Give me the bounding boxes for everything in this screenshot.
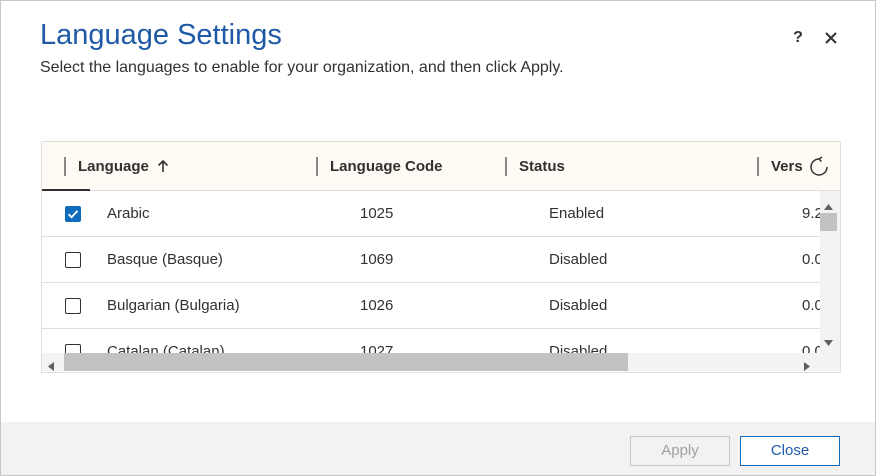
refresh-icon[interactable] bbox=[808, 156, 830, 183]
cell-language: Basque (Basque) bbox=[107, 251, 223, 268]
row-checkbox[interactable] bbox=[65, 252, 81, 268]
row-checkbox[interactable] bbox=[65, 206, 81, 222]
column-separator[interactable] bbox=[316, 157, 318, 176]
grid-header: Language Language Code Status Vers bbox=[42, 142, 840, 191]
language-settings-dialog: Language Settings Select the languages t… bbox=[0, 0, 876, 476]
cell-language: Arabic bbox=[107, 205, 150, 222]
column-header-language[interactable]: Language bbox=[78, 157, 149, 176]
cell-language-code: 1069 bbox=[360, 251, 394, 268]
row-checkbox[interactable] bbox=[65, 298, 81, 314]
column-header-version[interactable]: Vers bbox=[771, 157, 803, 176]
dialog-subtitle: Select the languages to enable for your … bbox=[40, 59, 564, 76]
table-row[interactable]: Arabic 1025 Enabled 9.2 bbox=[42, 191, 823, 237]
vertical-scrollbar[interactable] bbox=[820, 191, 840, 354]
column-header-language-code[interactable]: Language Code bbox=[330, 157, 443, 176]
column-separator[interactable] bbox=[505, 157, 507, 176]
help-button[interactable]: ? bbox=[788, 28, 808, 48]
cell-status: Disabled bbox=[549, 297, 608, 314]
scroll-down-icon[interactable] bbox=[824, 333, 833, 351]
dialog-title: Language Settings bbox=[40, 19, 282, 51]
column-separator[interactable] bbox=[64, 157, 66, 176]
horizontal-scrollbar[interactable] bbox=[42, 353, 820, 371]
table-row[interactable]: Basque (Basque) 1069 Disabled 0.0 bbox=[42, 237, 823, 283]
apply-button[interactable]: Apply bbox=[630, 436, 730, 466]
scrollbar-corner bbox=[820, 353, 840, 371]
scroll-right-icon[interactable] bbox=[804, 358, 810, 372]
horizontal-scroll-thumb[interactable] bbox=[64, 353, 628, 371]
sort-ascending-icon bbox=[157, 159, 169, 178]
checkmark-icon bbox=[67, 210, 79, 219]
cell-status: Disabled bbox=[549, 251, 608, 268]
vertical-scroll-thumb[interactable] bbox=[820, 213, 837, 231]
cell-status: Enabled bbox=[549, 205, 605, 222]
cell-language-code: 1026 bbox=[360, 297, 394, 314]
column-header-status[interactable]: Status bbox=[519, 157, 565, 176]
close-icon[interactable] bbox=[821, 28, 841, 48]
languages-grid: Language Language Code Status Vers Arabi… bbox=[41, 141, 841, 373]
dialog-footer: Apply Close bbox=[1, 422, 875, 475]
close-button[interactable]: Close bbox=[740, 436, 840, 466]
scroll-left-icon[interactable] bbox=[48, 358, 54, 372]
cell-language: Bulgarian (Bulgaria) bbox=[107, 297, 240, 314]
table-row[interactable]: Bulgarian (Bulgaria) 1026 Disabled 0.0 bbox=[42, 283, 823, 329]
column-separator[interactable] bbox=[757, 157, 759, 176]
cell-language-code: 1025 bbox=[360, 205, 394, 222]
